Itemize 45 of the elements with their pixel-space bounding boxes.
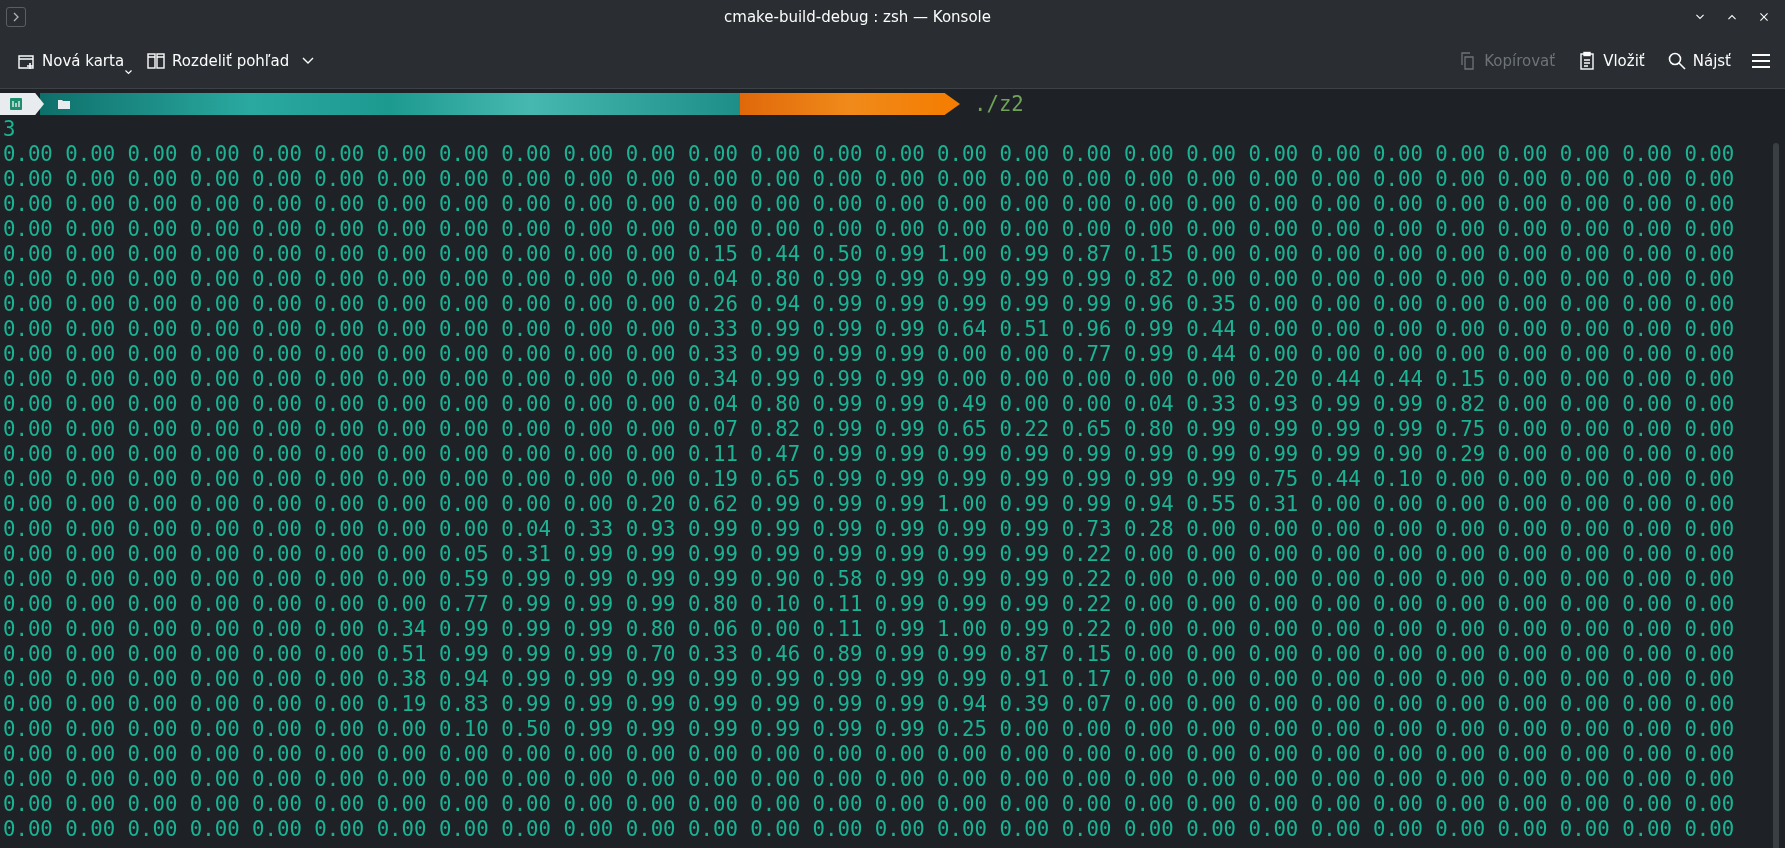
output-line: 0.00 0.00 0.00 0.00 0.00 0.00 0.34 0.99 0.99 0.99 0.80 0.06 0.00 0.11 0.99 1.00 0.99 0.22 0.00 0.00 0.00 0.00 0.00 0.00 0.00 0.00 0.00 0.00 — [3, 617, 1735, 641]
output-line: 0.00 0.00 0.00 0.00 0.00 0.00 0.00 0.00 0.00 0.00 0.00 0.07 0.82 0.99 0.99 0.65 0.22 0.65 0.80 0.99 0.99 0.99 0.99 0.75 0.00 0.00 0.00 0.00 — [3, 417, 1735, 441]
chevron-down-icon — [301, 56, 316, 66]
output-line: 0.00 0.00 0.00 0.00 0.00 0.00 0.38 0.94 0.99 0.99 0.99 0.99 0.99 0.99 0.99 0.99 0.91 0.17 0.00 0.00 0.00 0.00 0.00 0.00 0.00 0.00 0.00 0.00 — [3, 667, 1735, 691]
window-title: cmake-build-debug : zsh — Konsole — [723, 8, 992, 26]
output-line: 0.00 0.00 0.00 0.00 0.00 0.00 0.00 0.00 0.00 0.00 0.00 0.04 0.80 0.99 0.99 0.99 0.99 0.99 0.82 0.00 0.00 0.00 0.00 0.00 0.00 0.00 0.00 0.00 — [3, 267, 1735, 291]
toolbar-button[interactable]: Nová karta — [8, 45, 133, 77]
output-line: 0.00 0.00 0.00 0.00 0.00 0.00 0.00 0.00 0.00 0.00 0.00 0.00 0.00 0.00 0.00 0.00 0.00 0.00 0.00 0.00 0.00 0.00 0.00 0.00 0.00 0.00 0.00 0.00 — [3, 742, 1735, 766]
output-line: 0.00 0.00 0.00 0.00 0.00 0.00 0.00 0.00 0.00 0.00 0.00 0.11 0.47 0.99 0.99 0.99 0.99 0.99 0.99 0.99 0.99 0.99 0.90 0.29 0.00 0.00 0.00 0.00 — [3, 442, 1735, 466]
output-line: 0.00 0.00 0.00 0.00 0.00 0.00 0.00 0.59 0.99 0.99 0.99 0.99 0.90 0.58 0.99 0.99 0.99 0.22 0.00 0.00 0.00 0.00 0.00 0.00 0.00 0.00 0.00 0.00 — [3, 567, 1735, 591]
output-line: 3 — [3, 117, 16, 141]
output-line: 0.00 0.00 0.00 0.00 0.00 0.00 0.00 0.77 0.99 0.99 0.99 0.80 0.10 0.11 0.99 0.99 0.99 0.22 0.00 0.00 0.00 0.00 0.00 0.00 0.00 0.00 0.00 0.00 — [3, 592, 1735, 616]
output-line: 0.00 0.00 0.00 0.00 0.00 0.00 0.00 0.00 0.04 0.33 0.93 0.99 0.99 0.99 0.99 0.99 0.99 0.73 0.28 0.00 0.00 0.00 0.00 0.00 0.00 0.00 0.00 0.00 — [3, 517, 1735, 541]
output-line: 0.00 0.00 0.00 0.00 0.00 0.00 0.00 0.00 0.00 0.00 0.00 0.00 0.00 0.00 0.00 0.00 0.00 0.00 0.00 0.00 0.00 0.00 0.00 0.00 0.00 0.00 0.00 0.00 — [3, 217, 1735, 241]
output-line: 0.00 0.00 0.00 0.00 0.00 0.00 0.00 0.00 0.00 0.00 0.00 0.15 0.44 0.50 0.99 1.00 0.99 0.87 0.15 0.00 0.00 0.00 0.00 0.00 0.00 0.00 0.00 0.00 — [3, 242, 1735, 266]
folder-icon — [58, 99, 70, 109]
output-line: 0.00 0.00 0.00 0.00 0.00 0.00 0.00 0.05 0.31 0.99 0.99 0.99 0.99 0.99 0.99 0.99 0.99 0.22 0.00 0.00 0.00 0.00 0.00 0.00 0.00 0.00 0.00 0.00 — [3, 542, 1735, 566]
output-line: 0.00 0.00 0.00 0.00 0.00 0.00 0.00 0.00 0.00 0.00 0.00 0.04 0.80 0.99 0.99 0.49 0.00 0.00 0.04 0.33 0.93 0.99 0.99 0.82 0.00 0.00 0.00 0.00 — [3, 392, 1735, 416]
output-line: 0.00 0.00 0.00 0.00 0.00 0.00 0.19 0.83 0.99 0.99 0.99 0.99 0.99 0.99 0.99 0.94 0.39 0.07 0.00 0.00 0.00 0.00 0.00 0.00 0.00 0.00 0.00 0.00 — [3, 692, 1735, 716]
chevron-right-icon — [11, 12, 21, 22]
terminal-icon — [10, 98, 22, 110]
output-line: 0.00 0.00 0.00 0.00 0.00 0.00 0.00 0.00 0.00 0.00 0.00 0.33 0.99 0.99 0.99 0.00 0.00 0.77 0.99 0.44 0.00 0.00 0.00 0.00 0.00 0.00 0.00 0.00 — [3, 342, 1735, 366]
output-line: 0.00 0.00 0.00 0.00 0.00 0.00 0.00 0.10 0.50 0.99 0.99 0.99 0.99 0.99 0.99 0.25 0.00 0.00 0.00 0.00 0.00 0.00 0.00 0.00 0.00 0.00 0.00 0.00 — [3, 717, 1735, 741]
output-line: 0.00 0.00 0.00 0.00 0.00 0.00 0.00 0.00 0.00 0.00 0.00 0.00 0.00 0.00 0.00 0.00 0.00 0.00 0.00 0.00 0.00 0.00 0.00 0.00 0.00 0.00 0.00 0.00 — [3, 817, 1735, 841]
output-line: 0.00 0.00 0.00 0.00 0.00 0.00 0.51 0.99 0.99 0.99 0.70 0.33 0.46 0.89 0.99 0.99 0.87 0.15 0.00 0.00 0.00 0.00 0.00 0.00 0.00 0.00 0.00 0.00 — [3, 642, 1735, 666]
search-icon — [1666, 51, 1687, 71]
hamburger-menu-icon — [1751, 53, 1771, 69]
output-line: 0.00 0.00 0.00 0.00 0.00 0.00 0.00 0.00 0.00 0.00 0.00 0.00 0.00 0.00 0.00 0.00 0.00 0.00 0.00 0.00 0.00 0.00 0.00 0.00 0.00 0.00 0.00 0.00 — [3, 767, 1735, 791]
output-line: 0.00 0.00 0.00 0.00 0.00 0.00 0.00 0.00 0.00 0.00 0.00 0.34 0.99 0.99 0.99 0.00 0.00 0.00 0.00 0.00 0.20 0.44 0.44 0.15 0.00 0.00 0.00 0.00 — [3, 367, 1735, 391]
output-line: 0.00 0.00 0.00 0.00 0.00 0.00 0.00 0.00 0.00 0.00 0.00 0.33 0.99 0.99 0.99 0.64 0.51 0.96 0.99 0.44 0.00 0.00 0.00 0.00 0.00 0.00 0.00 0.00 — [3, 317, 1735, 341]
scrollbar[interactable] — [1773, 143, 1779, 848]
toolbar-button[interactable]: Rozdeliť pohľad — [138, 45, 324, 77]
toolbar-button[interactable]: Vložiť — [1569, 45, 1653, 77]
command-text: ./z2 — [974, 91, 1024, 117]
output-line: 0.00 0.00 0.00 0.00 0.00 0.00 0.00 0.00 0.00 0.00 0.20 0.62 0.99 0.99 0.99 1.00 0.99 0.99 0.94 0.55 0.31 0.00 0.00 0.00 0.00 0.00 0.00 0.00 — [3, 492, 1735, 516]
output-line: 0.00 0.00 0.00 0.00 0.00 0.00 0.00 0.00 0.00 0.00 0.00 0.00 0.00 0.00 0.00 0.00 0.00 0.00 0.00 0.00 0.00 0.00 0.00 0.00 0.00 0.00 0.00 0.00 — [3, 142, 1735, 166]
output-line: 0.00 0.00 0.00 0.00 0.00 0.00 0.00 0.00 0.00 0.00 0.00 0.00 0.00 0.00 0.00 0.00 0.00 0.00 0.00 0.00 0.00 0.00 0.00 0.00 0.00 0.00 0.00 0.00 — [3, 167, 1735, 191]
output-line: 0.00 0.00 0.00 0.00 0.00 0.00 0.00 0.00 0.00 0.00 0.00 0.00 0.00 0.00 0.00 0.00 0.00 0.00 0.00 0.00 0.00 0.00 0.00 0.00 0.00 0.00 0.00 0.00 — [3, 792, 1735, 816]
output-line: 0.00 0.00 0.00 0.00 0.00 0.00 0.00 0.00 0.00 0.00 0.00 0.00 0.00 0.00 0.00 0.00 0.00 0.00 0.00 0.00 0.00 0.00 0.00 0.00 0.00 0.00 0.00 0.00 — [3, 192, 1735, 216]
close-icon — [1759, 10, 1769, 24]
toolbar-button[interactable]: Nájsť — [1658, 45, 1739, 77]
output-line: 0.00 0.00 0.00 0.00 0.00 0.00 0.00 0.00 0.00 0.00 0.00 0.19 0.65 0.99 0.99 0.99 0.99 0.99 0.99 0.99 0.75 0.44 0.10 0.00 0.00 0.00 0.00 0.00 — [3, 467, 1735, 491]
split-view-icon — [146, 51, 167, 71]
output-line: 0.00 0.00 0.00 0.00 0.00 0.00 0.00 0.00 0.00 0.00 0.00 0.26 0.94 0.99 0.99 0.99 0.99 0.99 0.96 0.35 0.00 0.00 0.00 0.00 0.00 0.00 0.00 0.00 — [3, 292, 1735, 316]
terminal-menu-button[interactable] — [6, 7, 26, 27]
